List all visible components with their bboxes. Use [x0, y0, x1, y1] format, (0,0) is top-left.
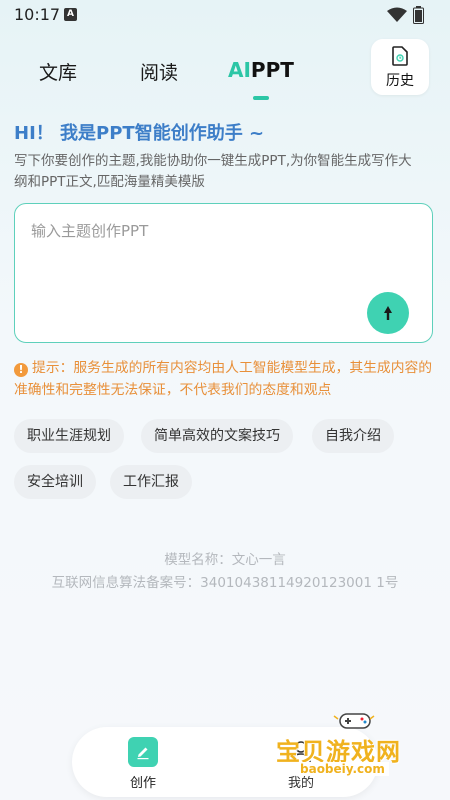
- history-doc-icon: [392, 46, 408, 66]
- tab-aippt-ai: AI: [228, 58, 251, 82]
- greeting-title: HI！ 我是PPT智能创作助手 ~: [14, 123, 265, 144]
- topic-input-box: [14, 203, 433, 343]
- tab-wenku[interactable]: 文库: [39, 58, 77, 85]
- tab-yuedu[interactable]: 阅读: [140, 58, 178, 85]
- wifi-icon: [387, 7, 407, 22]
- suggestion-chip[interactable]: 工作汇报: [110, 465, 192, 499]
- disclaimer-notice: ! 提示：服务生成的所有内容均由人工智能模型生成，其生成内容的准确性和完整性无法保…: [14, 357, 438, 401]
- send-button[interactable]: [367, 292, 409, 334]
- tab-aippt-ppt: PPT: [250, 58, 294, 82]
- model-name: 模型名称：文心一言: [164, 552, 286, 568]
- suggestion-chip[interactable]: 自我介绍: [312, 419, 394, 453]
- nav-create-label[interactable]: 创作: [120, 772, 166, 791]
- history-button[interactable]: 历史: [371, 39, 429, 95]
- suggestion-chip[interactable]: 简单高效的文案技巧: [141, 419, 293, 453]
- notification-icon: A: [64, 8, 77, 21]
- send-arrow-icon: [384, 306, 392, 320]
- watermark-url: baobeiy.com: [296, 762, 389, 776]
- status-bar: 10:17 A: [0, 0, 450, 30]
- tab-indicator: [253, 96, 269, 100]
- gamepad-logo-icon: [333, 713, 375, 729]
- history-label: 历史: [386, 73, 414, 89]
- warning-icon: !: [14, 363, 28, 377]
- tab-aippt[interactable]: AIPPT: [228, 58, 294, 82]
- suggestion-chip[interactable]: 安全培训: [14, 465, 96, 499]
- suggestion-chip[interactable]: 职业生涯规划: [14, 419, 124, 453]
- filing-number: 互联网信息算法备案号：34010438114920123001 1号: [51, 575, 399, 591]
- topic-input[interactable]: [31, 222, 361, 240]
- intro-text: 写下你要创作的主题,我能协助你一键生成PPT,为你智能生成写作大纲和PPT正文,…: [14, 153, 412, 190]
- status-time: 10:17: [14, 5, 61, 24]
- pencil-icon[interactable]: [128, 737, 158, 767]
- battery-icon: [413, 6, 424, 24]
- watermark: 宝贝游戏网 baobeiy.com: [270, 710, 440, 780]
- disclaimer-text: 提示：服务生成的所有内容均由人工智能模型生成，其生成内容的准确性和完整性无法保证…: [14, 360, 433, 398]
